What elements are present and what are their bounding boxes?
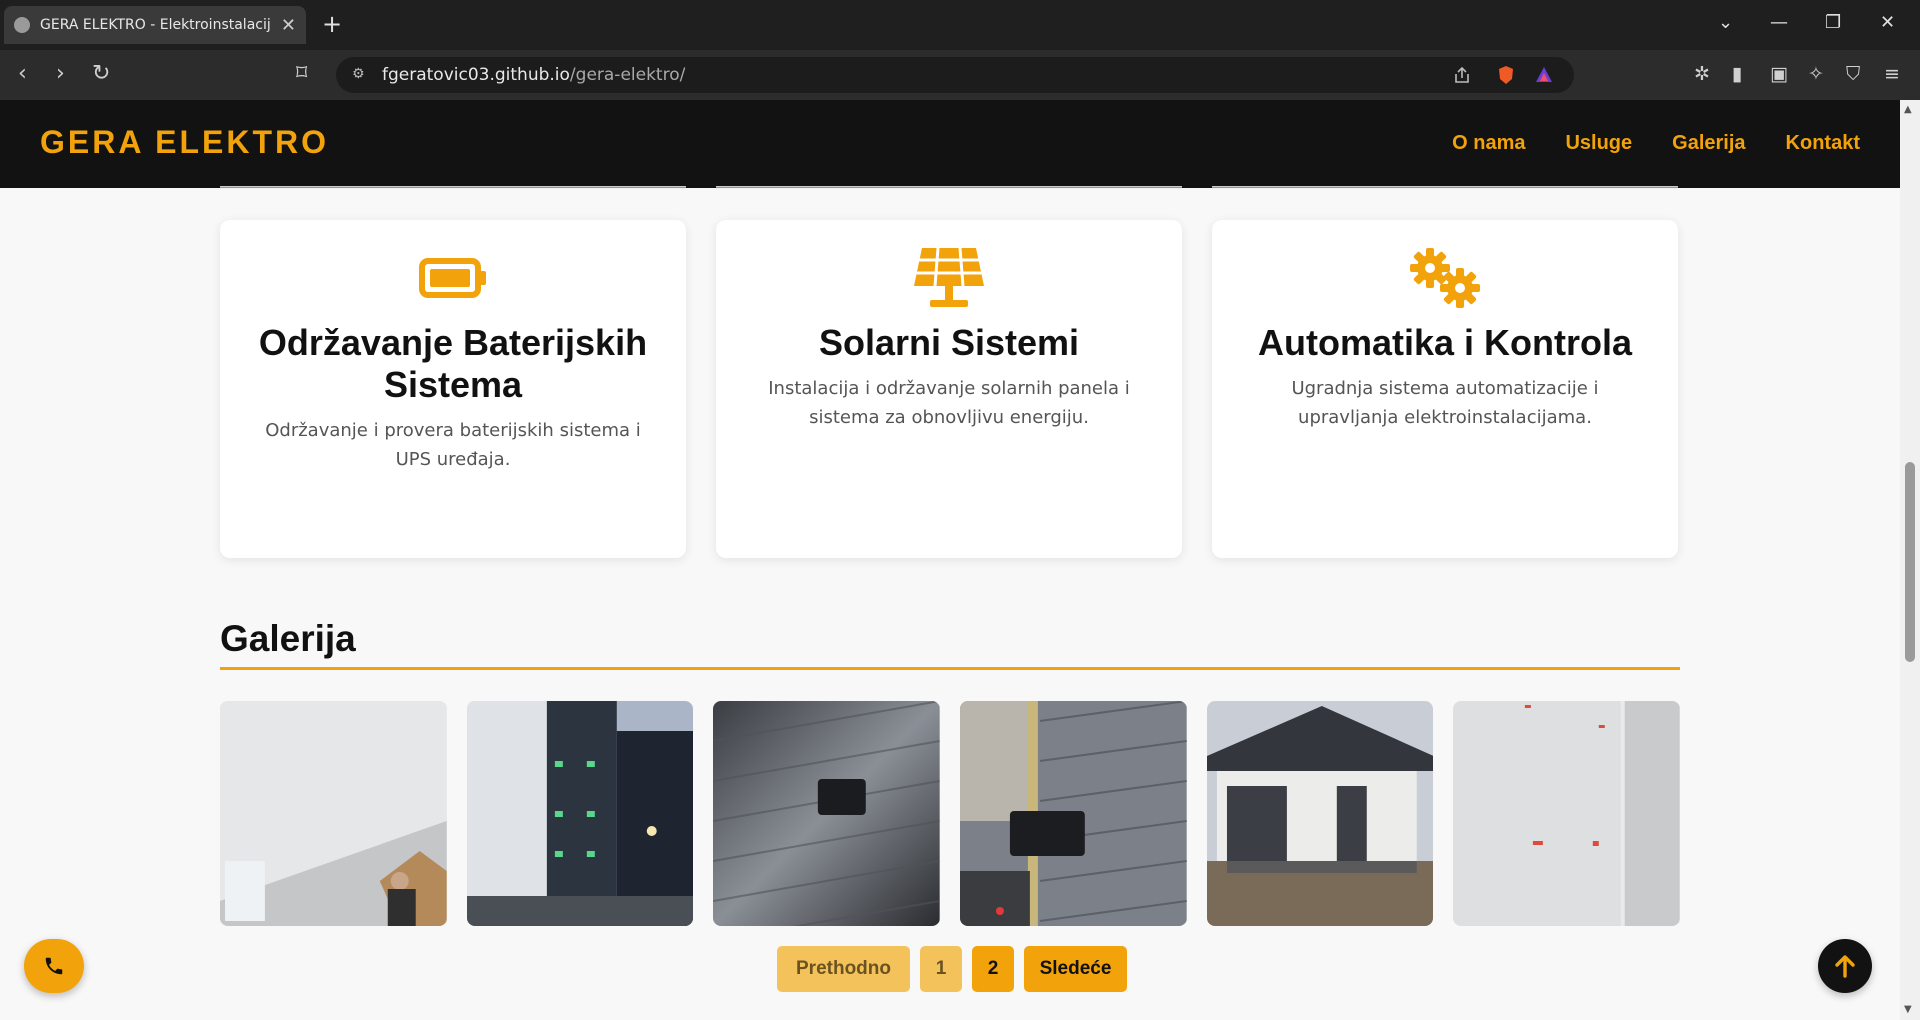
menu-icon[interactable]: ≡ xyxy=(1884,64,1900,84)
pagination-prev-button[interactable]: Prethodno xyxy=(777,946,910,992)
scrollbar-thumb[interactable] xyxy=(1905,462,1915,662)
interior-wall-photo[interactable] xyxy=(1453,701,1681,926)
brave-shield-icon[interactable] xyxy=(1496,65,1516,85)
tab-list-icon[interactable]: ⌄ xyxy=(1718,12,1733,33)
ceiling-work-photo[interactable] xyxy=(220,701,447,926)
service-card-battery: Održavanje Baterijskih Sistema Održavanj… xyxy=(220,220,686,558)
extensions-icon[interactable]: ✲ xyxy=(1694,64,1710,84)
vpn-icon[interactable]: ⛉ xyxy=(1846,64,1860,84)
scroll-up-arrow-icon[interactable]: ▲ xyxy=(1904,104,1912,115)
gallery-underline xyxy=(220,667,1680,670)
service-title: Automatika i Kontrola xyxy=(1257,322,1633,363)
site-logo[interactable]: GERA ELEKTRO xyxy=(40,124,329,161)
url-host: fgeratovic03.github.io xyxy=(382,65,570,85)
pagination-page-1[interactable]: 1 xyxy=(920,946,962,992)
main-nav: O nama Usluge Galerija Kontakt xyxy=(1452,132,1860,155)
service-text: Instalacija i održavanje solarnih panela… xyxy=(768,378,1130,428)
card-shadow xyxy=(1212,186,1678,190)
nav-link-galerija[interactable]: Galerija xyxy=(1672,132,1745,155)
solar-panel-icon xyxy=(750,246,1148,310)
tab-title: GERA ELEKTRO - Elektroinstalacij xyxy=(40,17,271,33)
call-button[interactable] xyxy=(24,939,84,993)
service-title: Održavanje Baterijskih Sistema xyxy=(258,322,648,405)
arrow-up-icon xyxy=(1835,955,1855,978)
nav-link-kontakt[interactable]: Kontakt xyxy=(1786,132,1860,155)
scroll-to-top-button[interactable] xyxy=(1818,939,1872,993)
site-info-icon[interactable]: ⚙ xyxy=(352,66,365,82)
nav-link-o-nama[interactable]: O nama xyxy=(1452,132,1525,155)
leo-ai-icon[interactable]: ✧ xyxy=(1808,64,1824,84)
back-icon[interactable]: ‹ xyxy=(18,62,27,86)
service-text: Ugradnja sistema automatizacije i upravl… xyxy=(1291,378,1599,428)
card-shadow xyxy=(220,186,686,190)
close-tab-icon[interactable]: ✕ xyxy=(281,15,296,36)
pagination-page-2[interactable]: 2 xyxy=(972,946,1014,992)
restore-icon[interactable]: ❐ xyxy=(1825,12,1841,33)
globe-icon xyxy=(14,17,30,33)
building-facade-photo[interactable] xyxy=(466,701,694,926)
service-text: Održavanje i provera baterijskih sistema… xyxy=(265,420,641,470)
close-window-icon[interactable]: ✕ xyxy=(1880,12,1895,33)
page-scrollbar[interactable]: ▲ ▼ xyxy=(1900,100,1920,1020)
service-card-solar: Solarni Sistemi Instalacija i održavanje… xyxy=(716,220,1182,558)
new-tab-button[interactable]: + xyxy=(322,11,342,37)
gallery-grid xyxy=(220,701,1681,926)
wall-light-dusk-photo[interactable] xyxy=(960,701,1187,926)
wallet-icon[interactable]: ▣ xyxy=(1770,64,1788,84)
forward-icon[interactable]: › xyxy=(56,62,65,86)
gears-icon xyxy=(1246,246,1644,310)
url-path: /gera-elektro/ xyxy=(569,65,686,85)
address-bar[interactable]: ⚙ fgeratovic03.github.io/gera-elektro/ xyxy=(336,57,1574,93)
house-exterior-photo[interactable] xyxy=(1206,701,1434,926)
site-header: GERA ELEKTRO O nama Usluge Galerija Kont… xyxy=(0,100,1900,188)
gallery-pagination: Prethodno 1 2 Sledeće xyxy=(777,946,1127,992)
wall-light-photo[interactable] xyxy=(713,701,941,926)
reload-icon[interactable]: ↻ xyxy=(92,62,110,86)
nav-link-usluge[interactable]: Usluge xyxy=(1565,132,1632,155)
brave-rewards-icon[interactable] xyxy=(1534,65,1554,85)
pagination-next-button[interactable]: Sledeće xyxy=(1024,946,1127,992)
bookmark-icon[interactable]: ⌑ xyxy=(296,62,307,86)
service-title: Solarni Sistemi xyxy=(818,322,1080,363)
gallery-title: Galerija xyxy=(220,618,356,659)
phone-icon xyxy=(45,957,63,975)
browser-toolbar: ‹ › ↻ ⌑ ⚙ fgeratovic03.github.io/gera-el… xyxy=(0,50,1920,100)
minimize-icon[interactable]: — xyxy=(1770,12,1788,33)
share-icon[interactable] xyxy=(1452,65,1472,85)
browser-tab[interactable]: GERA ELEKTRO - Elektroinstalacij ✕ xyxy=(4,6,306,44)
service-card-automation: Automatika i Kontrola Ugradnja sistema a… xyxy=(1212,220,1678,558)
battery-icon xyxy=(254,246,652,310)
scroll-down-arrow-icon[interactable]: ▼ xyxy=(1904,1004,1912,1015)
browser-tabbar: GERA ELEKTRO - Elektroinstalacij ✕ + ⌄ —… xyxy=(0,0,1920,50)
services-grid: Održavanje Baterijskih Sistema Održavanj… xyxy=(220,220,1680,558)
sidebar-icon[interactable]: ▮ xyxy=(1732,64,1742,84)
card-shadow xyxy=(716,186,1182,190)
